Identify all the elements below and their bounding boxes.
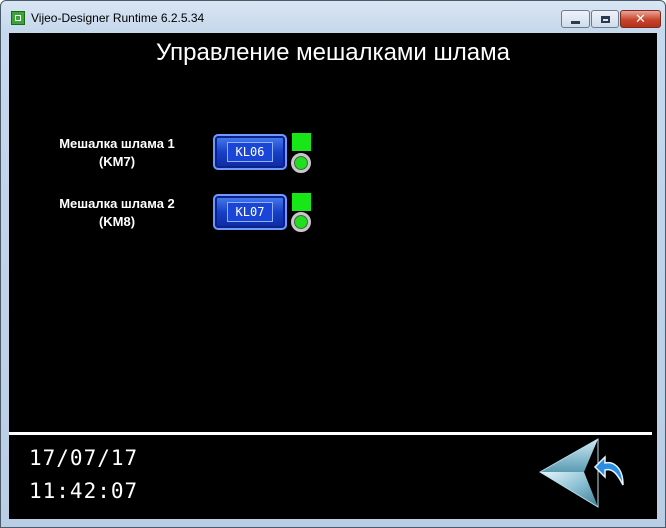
mixer-2-label: Мешалка шлама 2 (KM8) — [29, 195, 205, 231]
maximize-button[interactable] — [591, 10, 619, 28]
footer-divider — [9, 432, 652, 435]
app-window: Vijeo-Designer Runtime 6.2.5.34 ✕ Управл… — [0, 0, 666, 528]
mixer-1-button[interactable]: KL06 — [213, 134, 287, 170]
minimize-icon — [571, 20, 580, 24]
mixer-2-status-indicator — [292, 193, 311, 211]
back-arrow-icon — [539, 438, 624, 508]
minimize-button[interactable] — [561, 10, 590, 28]
mixer-1-name: Мешалка шлама 1 — [59, 136, 175, 151]
mixer-2-button-label: KL07 — [227, 202, 273, 222]
title-bar[interactable]: Vijeo-Designer Runtime 6.2.5.34 ✕ — [1, 1, 665, 33]
mixer-1-status-lamp — [291, 153, 311, 173]
hmi-screen: Управление мешалками шлама Мешалка шлама… — [9, 33, 657, 519]
back-button[interactable] — [537, 437, 629, 509]
mixer-1-label: Мешалка шлама 1 (KM7) — [29, 135, 205, 171]
app-icon — [11, 11, 25, 25]
mixer-1-button-label: KL06 — [227, 142, 273, 162]
mixer-2-button[interactable]: KL07 — [213, 194, 287, 230]
time-display: 11:42:07 — [29, 479, 139, 503]
maximize-icon — [600, 15, 610, 23]
page-title: Управление мешалками шлама — [156, 39, 510, 66]
close-button[interactable]: ✕ — [620, 10, 661, 28]
mixer-2-status-lamp — [291, 212, 311, 232]
close-icon: ✕ — [635, 11, 646, 27]
mixer-1-status-indicator — [292, 133, 311, 151]
mixer-2-contactor: (KM8) — [98, 214, 136, 229]
mixer-2-name: Мешалка шлама 2 — [59, 196, 175, 211]
date-display: 17/07/17 — [29, 446, 139, 470]
mixer-1-contactor: (KM7) — [98, 154, 136, 169]
window-title: Vijeo-Designer Runtime 6.2.5.34 — [31, 11, 205, 25]
